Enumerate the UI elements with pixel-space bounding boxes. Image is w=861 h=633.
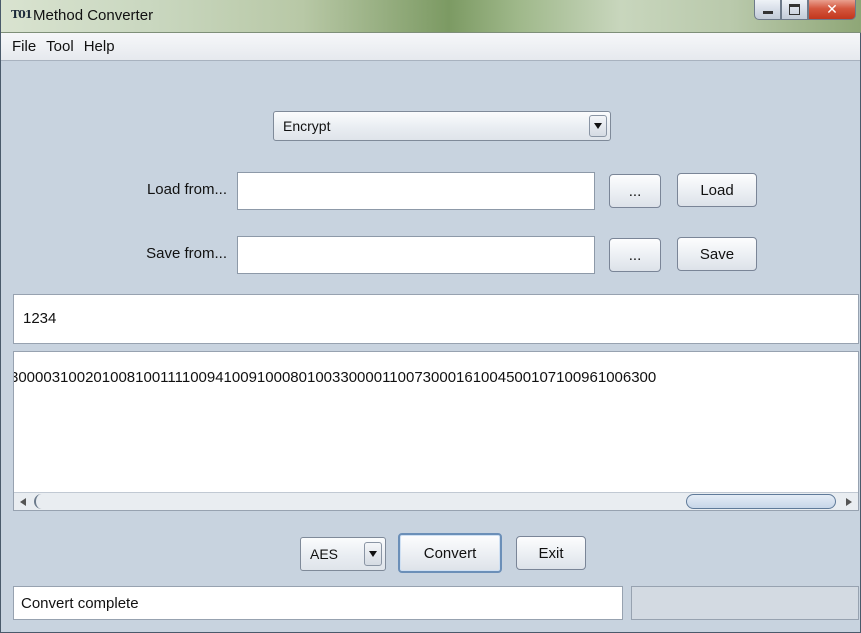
mode-dropdown-value: Encrypt (283, 118, 331, 134)
window-title: Method Converter (33, 7, 154, 24)
scrollbar-track (34, 494, 46, 509)
chevron-down-icon[interactable] (589, 115, 607, 137)
output-textarea[interactable]: 3000031002010081001111009410091000801003… (13, 351, 859, 511)
app-icon: T01 (11, 8, 33, 21)
save-button[interactable]: Save (677, 237, 757, 271)
load-from-label: Load from... (146, 181, 227, 198)
status-message: Convert complete (13, 586, 623, 620)
load-button[interactable]: Load (677, 173, 757, 207)
save-path-input[interactable] (237, 236, 595, 274)
output-text: 3000031002010081001111009410091000801003… (13, 369, 657, 386)
menu-file[interactable]: File (7, 38, 41, 55)
algorithm-dropdown[interactable]: AES (300, 537, 386, 571)
title-bar[interactable]: T01 Method Converter ✕ (1, 0, 861, 33)
scroll-right-icon[interactable] (842, 495, 856, 508)
horizontal-scrollbar[interactable] (14, 492, 858, 510)
status-secondary (631, 586, 859, 620)
maximize-icon (789, 4, 800, 15)
menu-help[interactable]: Help (79, 38, 120, 55)
minimize-icon (762, 11, 773, 14)
main-window: T01 Method Converter ✕ File Tool Help En… (0, 0, 861, 633)
maximize-button[interactable] (781, 0, 808, 20)
minimize-button[interactable] (754, 0, 781, 20)
window-controls: ✕ (754, 0, 856, 22)
load-path-input[interactable] (237, 172, 595, 210)
menu-tool[interactable]: Tool (41, 38, 79, 55)
load-browse-button[interactable]: ... (609, 174, 661, 208)
algorithm-dropdown-value: AES (310, 546, 339, 562)
scroll-left-icon[interactable] (16, 495, 30, 508)
convert-button[interactable]: Convert (398, 533, 502, 573)
chevron-down-icon[interactable] (364, 542, 382, 566)
close-button[interactable]: ✕ (808, 0, 856, 20)
mode-dropdown[interactable]: Encrypt (273, 111, 611, 141)
save-from-label: Save from... (146, 245, 227, 262)
save-browse-button[interactable]: ... (609, 238, 661, 272)
key-input[interactable]: 1234 (13, 294, 859, 344)
scrollbar-thumb[interactable] (686, 494, 836, 509)
menu-bar: File Tool Help (1, 33, 860, 61)
exit-button[interactable]: Exit (516, 536, 586, 570)
close-icon: ✕ (826, 1, 838, 17)
